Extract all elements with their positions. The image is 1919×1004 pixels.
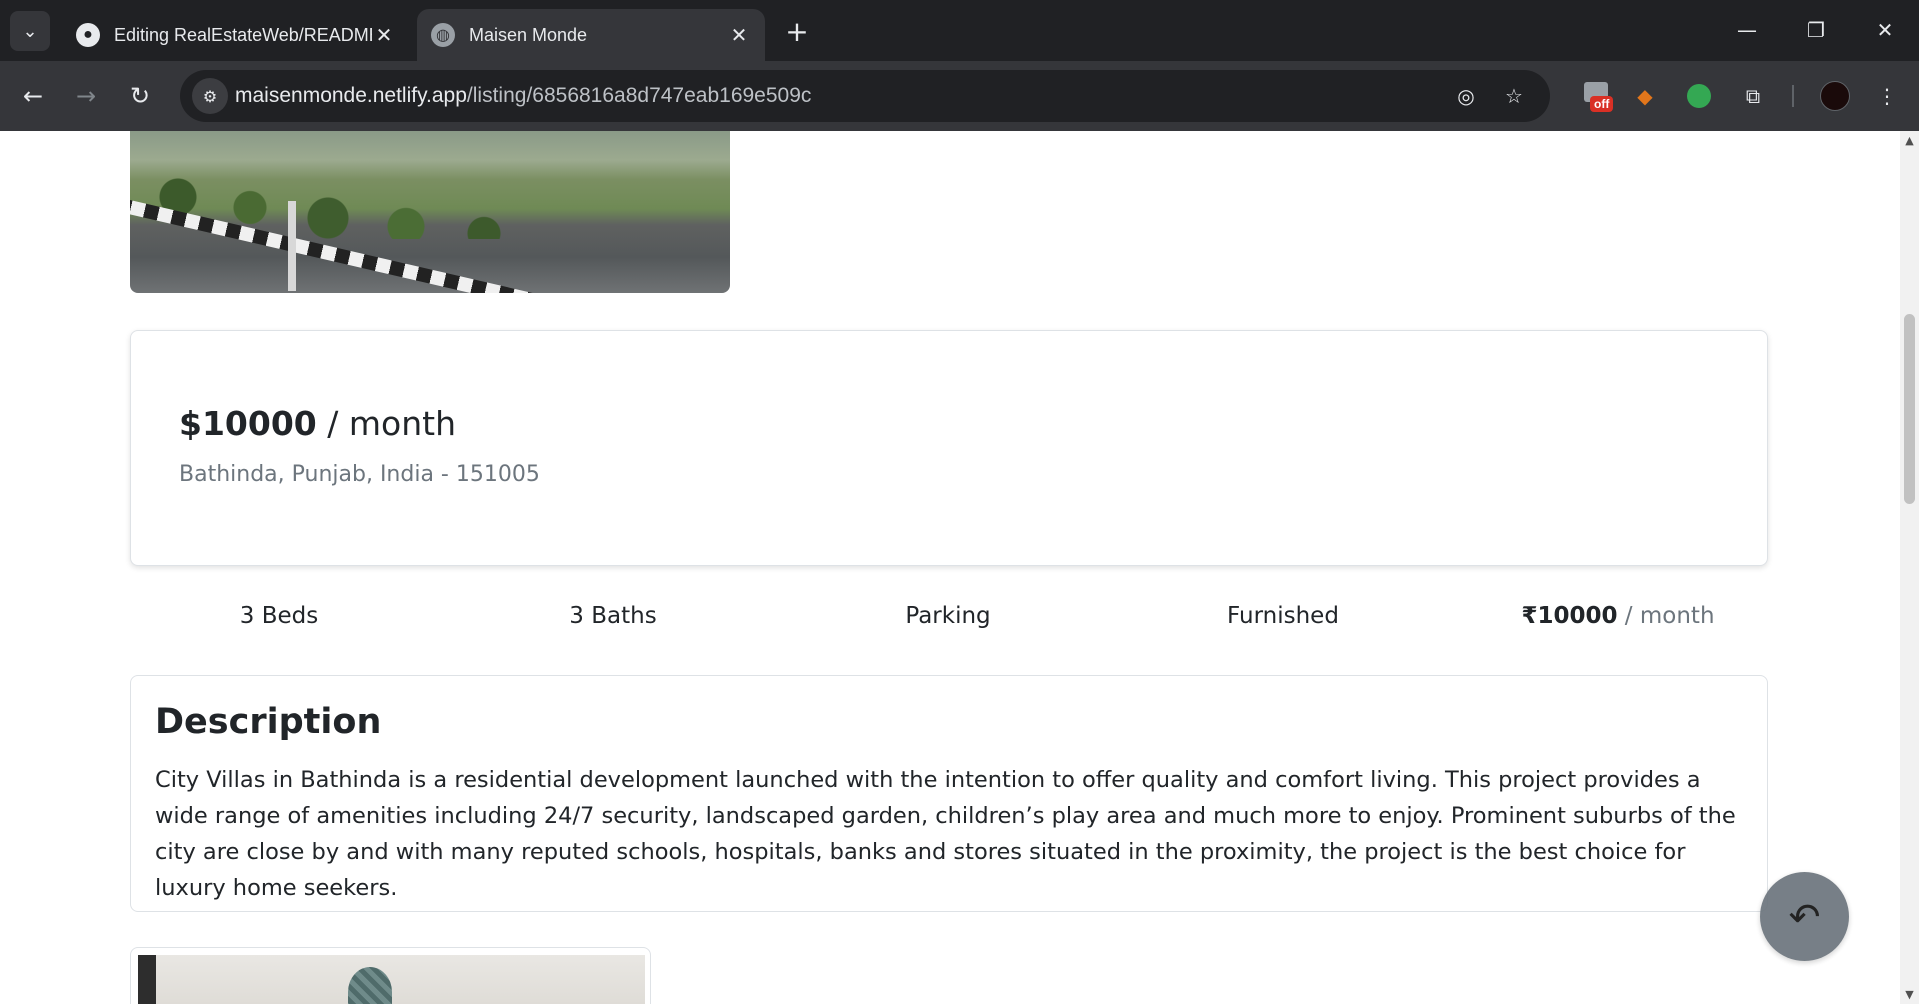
listing-main-image [130, 131, 730, 293]
github-icon: ● [76, 23, 100, 47]
address-bar[interactable]: ⚙ maisenmonde.netlify.app/listing/685681… [180, 70, 1550, 122]
listing-price: $10000 / month [179, 404, 456, 443]
scroll-up-arrow-icon[interactable]: ▲ [1903, 134, 1916, 147]
scroll-down-arrow-icon[interactable]: ▼ [1903, 988, 1916, 1001]
feature-parking: Parking [905, 603, 991, 629]
feature-beds: 3 Beds [239, 603, 319, 629]
globe-icon: ◍ [431, 23, 455, 47]
minimize-button[interactable]: — [1724, 10, 1770, 50]
tab-maisen-monde[interactable]: ◍ Maisen Monde ✕ [417, 9, 765, 61]
tab-title: Maisen Monde [469, 24, 588, 45]
browser-tab-bar: ⌄ ● Editing RealEstateWeb/README ✕ ◍ Mai… [0, 0, 1919, 61]
browser-menu-icon[interactable]: ⋮ [1868, 77, 1906, 115]
reload-button[interactable]: ↻ [121, 77, 159, 115]
undo-fab-button[interactable]: ↶ [1760, 872, 1849, 961]
browser-toolbar: ← → ↻ ⚙ maisenmonde.netlify.app/listing/… [0, 61, 1919, 131]
extension-off-icon[interactable]: off [1580, 78, 1614, 112]
close-tab-icon[interactable]: ✕ [372, 23, 396, 47]
description-title: Description [155, 702, 382, 742]
site-info-icon[interactable]: ⚙ [192, 78, 228, 114]
metamask-fox-icon[interactable]: ◆ [1626, 77, 1664, 115]
back-arrow-icon: ← [22, 82, 44, 110]
features-row: 3 Beds 3 Baths Parking Furnished ₹10000 … [130, 591, 1768, 647]
toolbar-divider [1792, 85, 1794, 107]
tab-title: Editing RealEstateWeb/README [114, 24, 372, 45]
page-content: $10000 / month Bathinda, Punjab, India -… [0, 131, 1900, 1004]
green-extension-icon[interactable] [1680, 77, 1718, 115]
price-card: $10000 / month Bathinda, Punjab, India -… [130, 330, 1768, 566]
gallery-thumbnail-card[interactable] [130, 947, 651, 1004]
forward-button[interactable]: → [67, 77, 105, 115]
tab-editing-readme[interactable]: ● Editing RealEstateWeb/README ✕ [62, 9, 410, 61]
scroll-thumb[interactable] [1904, 314, 1915, 504]
bookmark-star-icon[interactable]: ☆ [1498, 80, 1530, 112]
url-text[interactable]: maisenmonde.netlify.app/listing/6856816a… [235, 84, 811, 108]
profile-avatar[interactable] [1820, 81, 1850, 111]
puzzle-extensions-icon[interactable]: ⧉ [1734, 77, 1772, 115]
feature-furnished: Furnished [1227, 603, 1339, 629]
gallery-thumbnail-image[interactable] [138, 955, 645, 1004]
page-scrollbar[interactable]: ▲ ▼ [1900, 131, 1919, 1004]
feature-baths: 3 Baths [569, 603, 657, 629]
new-tab-button[interactable]: + [780, 14, 814, 48]
extension-badge: off [1590, 96, 1614, 112]
reload-icon: ↻ [129, 82, 151, 110]
description-text: City Villas in Bathinda is a residential… [155, 767, 1736, 901]
chevron-down-icon: ⌄ [22, 20, 38, 42]
eye-off-icon[interactable]: ◎ [1450, 80, 1482, 112]
undo-icon: ↶ [1788, 894, 1821, 939]
feature-rent: ₹10000 / month [1521, 603, 1715, 629]
tab-search-button[interactable]: ⌄ [10, 11, 50, 51]
restore-button[interactable]: ❐ [1793, 10, 1839, 50]
forward-arrow-icon: → [75, 82, 97, 110]
description-card: Description City Villas in Bathinda is a… [130, 675, 1768, 912]
close-window-button[interactable]: ✕ [1862, 10, 1908, 50]
back-button[interactable]: ← [14, 77, 52, 115]
close-tab-icon[interactable]: ✕ [727, 23, 751, 47]
listing-address: Bathinda, Punjab, India - 151005 [179, 462, 540, 487]
